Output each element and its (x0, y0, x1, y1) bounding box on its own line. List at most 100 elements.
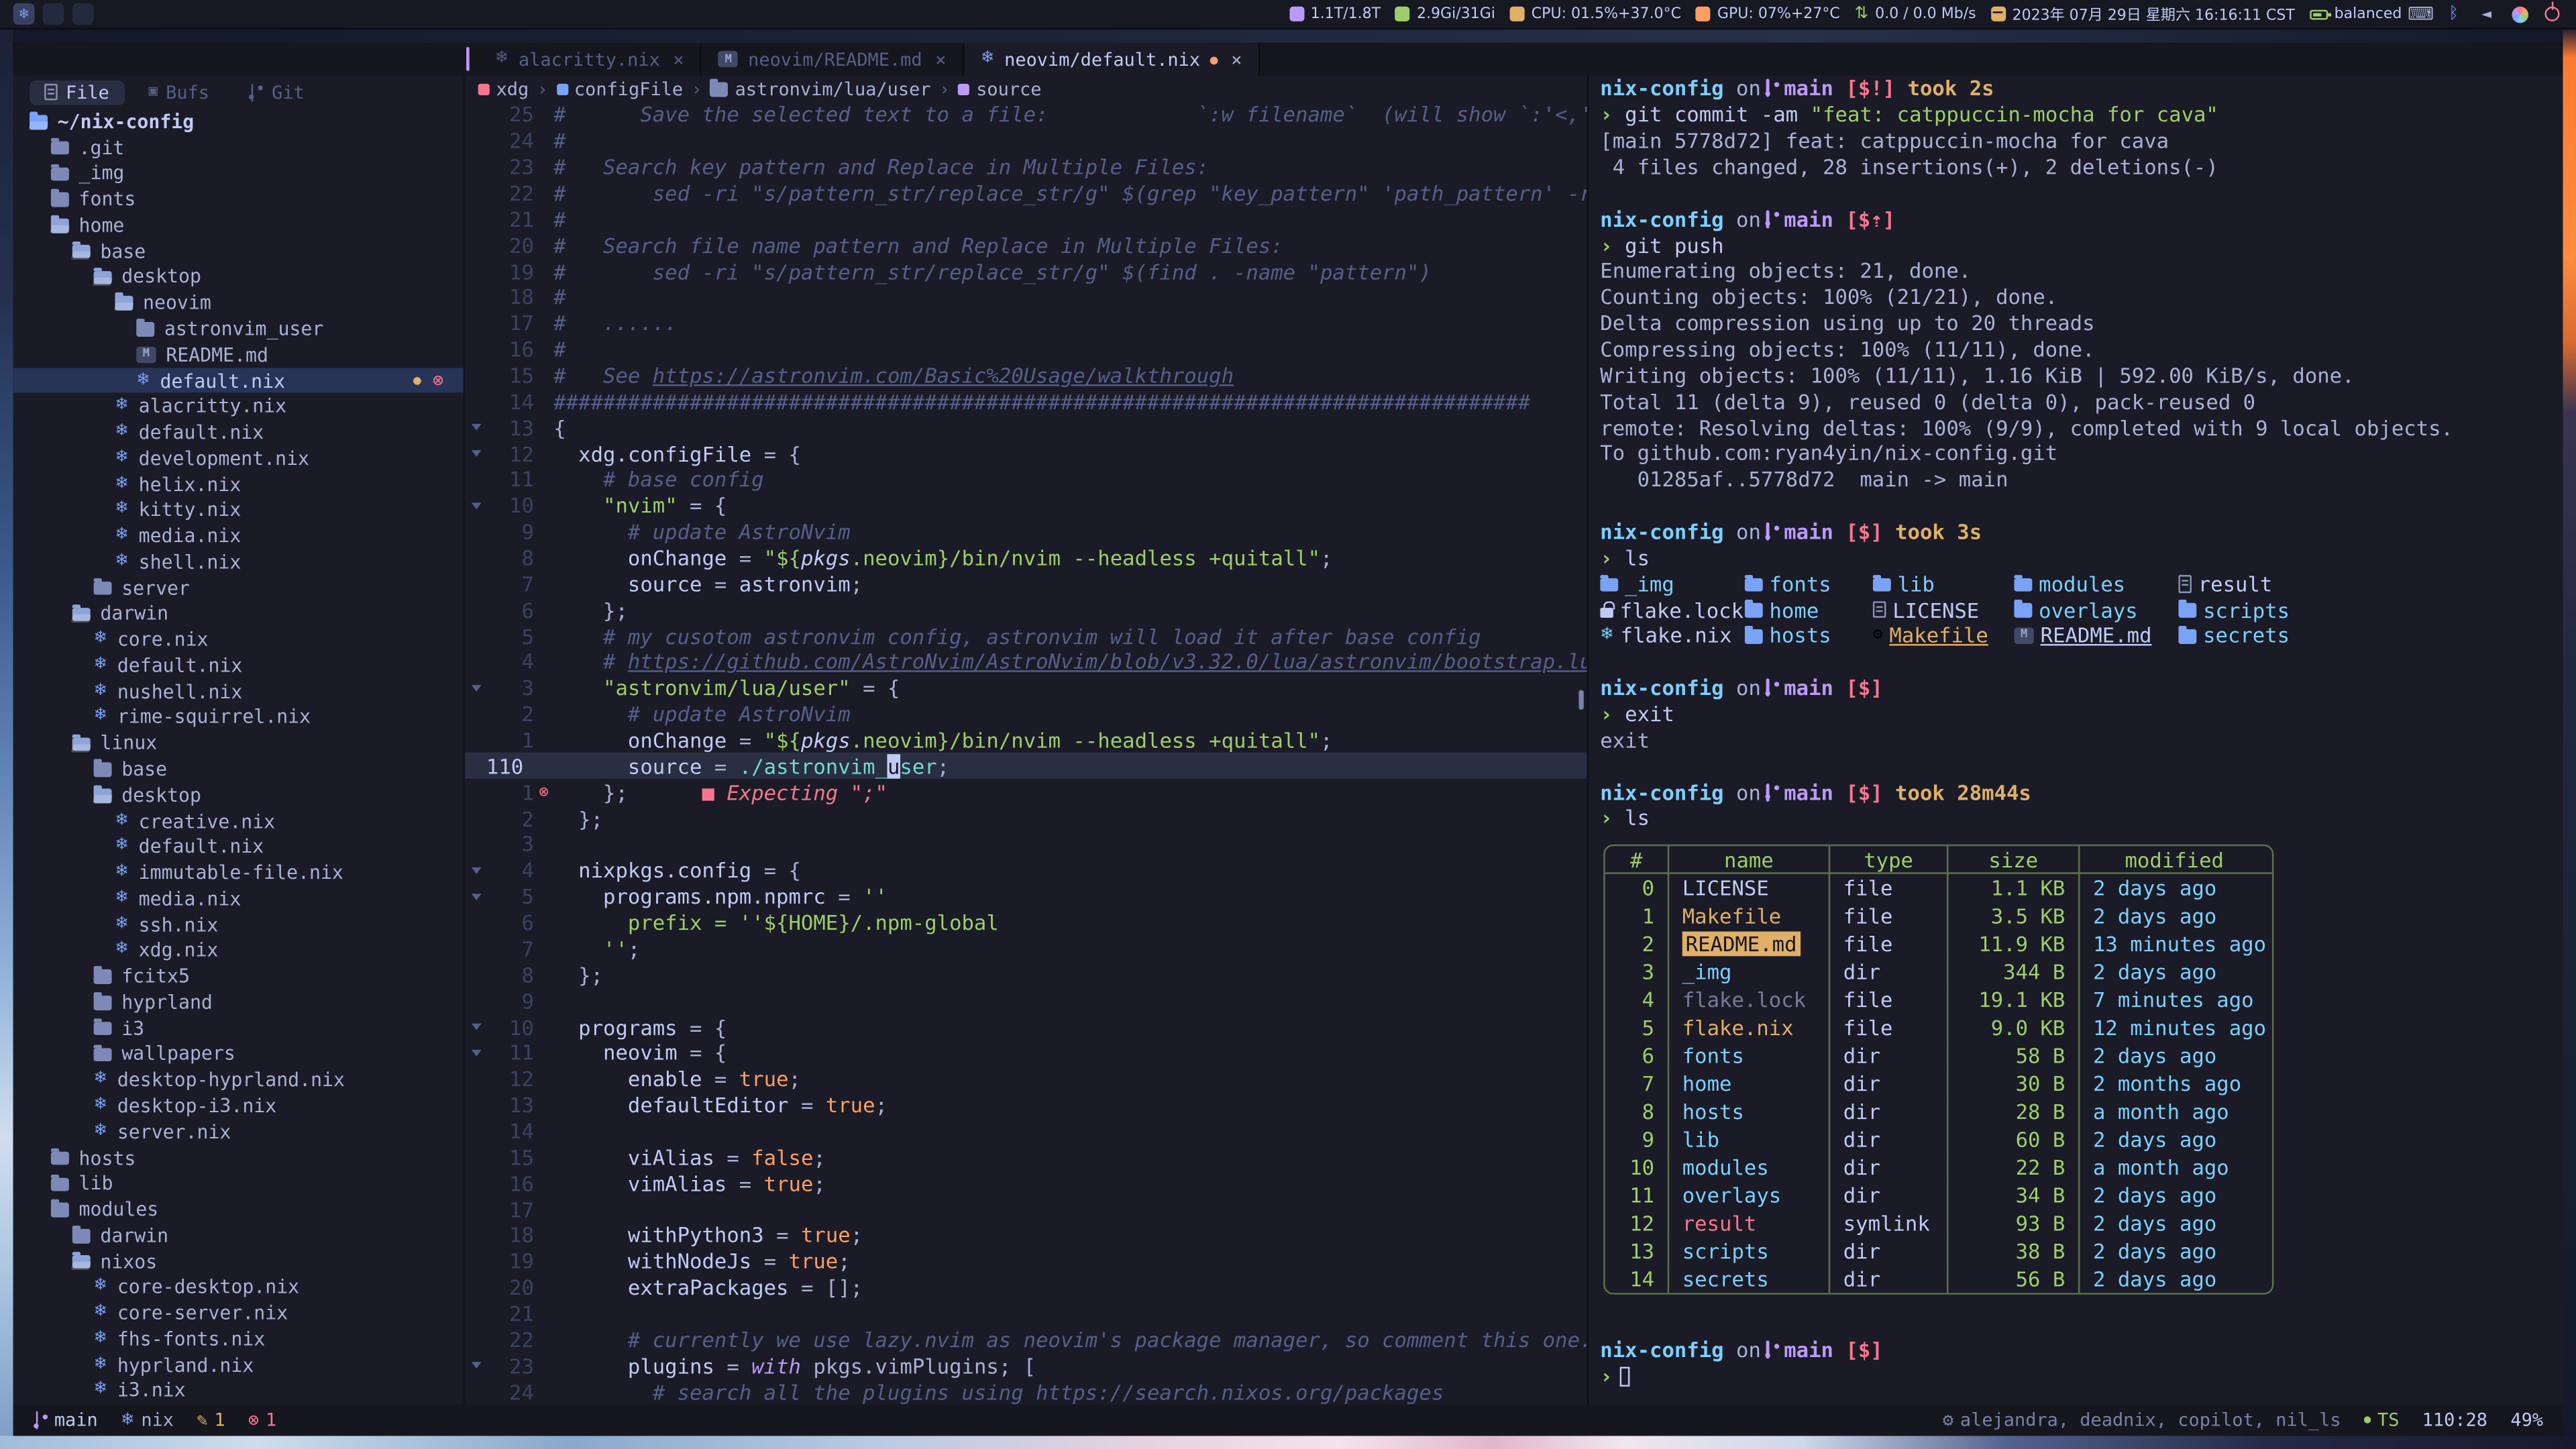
editor-line[interactable]: 23# Search key pattern and Replace in Mu… (465, 154, 1587, 180)
tree-item[interactable]: hyprland (13, 989, 464, 1015)
tree-item[interactable]: rime-squirrel.nix (13, 704, 464, 731)
editor-line[interactable]: 17# ...... (465, 311, 1587, 337)
editor-line[interactable]: 5 programs.npm.npmrc = '' (465, 883, 1587, 910)
editor-line[interactable]: 2 }; (465, 805, 1587, 831)
tree-item[interactable]: xdg.nix (13, 937, 464, 963)
workspace-3[interactable] (72, 3, 94, 25)
editor-line[interactable]: 12 xdg.configFile = { (465, 441, 1587, 467)
keyboard-button[interactable] (2410, 3, 2432, 25)
code-editor[interactable]: xdg › configFile › astronvim/lua/user › … (465, 76, 1587, 1405)
tree-item[interactable]: nixos (13, 1248, 464, 1274)
fold-column[interactable] (465, 424, 486, 431)
editor-line[interactable]: 18 withPython3 = true; (465, 1222, 1587, 1248)
scrollbar-thumb[interactable] (1578, 690, 1584, 710)
error-count[interactable]: ⊗ 1 (248, 1409, 276, 1431)
editor-line[interactable]: 3 (465, 831, 1587, 857)
workspace-2[interactable] (43, 3, 64, 25)
tree-item[interactable]: _img (13, 160, 464, 186)
close-icon[interactable]: × (673, 48, 684, 70)
editor-line[interactable]: 9 (465, 987, 1587, 1014)
tree-item[interactable]: modules (13, 1196, 464, 1222)
tree-item[interactable]: .git (13, 134, 464, 160)
editor-line[interactable]: 24# (465, 128, 1587, 154)
editor-line[interactable]: 16 vimAlias = true; (465, 1170, 1587, 1196)
fold-column[interactable] (465, 1362, 486, 1369)
editor-line[interactable]: 22# sed -ri "s/pattern_str/replace_str/g… (465, 180, 1587, 206)
editor-line[interactable]: 110 source = ./astronvim_user; (465, 753, 1587, 780)
editor-line[interactable]: 24 # search all the plugins using https:… (465, 1379, 1587, 1405)
editor-line[interactable]: 16# (465, 336, 1587, 362)
tree-item[interactable]: helix.nix (13, 471, 464, 497)
tree-item[interactable]: i3 (13, 1015, 464, 1041)
tab-neovim-default-nix[interactable]: neovim/default.nix ● × (964, 43, 1260, 76)
editor-line[interactable]: 25# Save the selected text to a file: `:… (465, 102, 1587, 128)
tree-item[interactable]: desktop-hyprland.nix (13, 1067, 464, 1093)
tree-item[interactable]: lib (13, 1171, 464, 1197)
tree-item[interactable]: darwin (13, 600, 464, 627)
editor-line[interactable]: 9 # update AstroNvim (465, 519, 1587, 545)
editor-line[interactable]: 4 nixpkgs.config = { (465, 857, 1587, 883)
close-icon[interactable]: × (935, 48, 946, 70)
editor-line[interactable]: 13 defaultEditor = true; (465, 1092, 1587, 1118)
editor-line[interactable]: 15# See https://astronvim.com/Basic%20Us… (465, 362, 1587, 388)
tree-item[interactable]: core-server.nix (13, 1300, 464, 1326)
tree-item[interactable]: ~/nix-config (13, 109, 464, 135)
breadcrumb-item[interactable]: configFile (556, 78, 683, 99)
fold-column[interactable] (465, 867, 486, 874)
editor-line[interactable]: 14######################################… (465, 388, 1587, 415)
tree-item[interactable]: core.nix (13, 627, 464, 653)
power-button[interactable] (2542, 3, 2563, 25)
tab-git[interactable]: Git (234, 80, 319, 105)
editor-line[interactable]: 21 (465, 1300, 1587, 1326)
tab-alacritty-nix[interactable]: alacritty.nix × (478, 43, 702, 76)
tree-item[interactable]: README.md (13, 341, 464, 368)
editor-line[interactable]: 22 # currently we use lazy.nvim as neovi… (465, 1326, 1587, 1352)
editor-line[interactable]: 6 prefix = ''${HOME}/.npm-global (465, 910, 1587, 936)
tree-item[interactable]: default.nix (13, 419, 464, 445)
editor-line[interactable]: 19# sed -ri "s/pattern_str/replace_str/g… (465, 258, 1587, 284)
git-branch-indicator[interactable]: main (33, 1409, 98, 1431)
tree-item[interactable]: default.nix●⊗ (13, 368, 464, 394)
tree-item[interactable]: desktop (13, 782, 464, 808)
editor-line[interactable]: 20# Search file name pattern and Replace… (465, 232, 1587, 258)
tab-neovim-readme-md[interactable]: neovim/README.md × (702, 43, 965, 76)
fold-column[interactable] (465, 685, 486, 692)
tree-item[interactable]: i3.nix (13, 1378, 464, 1404)
editor-line[interactable]: 8 onChange = "${pkgs.neovim}/bin/nvim --… (465, 545, 1587, 571)
breadcrumb-item[interactable]: xdg (478, 78, 529, 99)
tree-item[interactable]: immutable-file.nix (13, 859, 464, 885)
tree-item[interactable]: kitty.nix (13, 497, 464, 523)
editor-line[interactable]: 13{ (465, 415, 1587, 441)
modified-count[interactable]: ✎ 1 (197, 1409, 225, 1431)
editor-line[interactable]: 4 # https://github.com/AstroNvim/AstroNv… (465, 649, 1587, 675)
editor-line[interactable]: 5 # my cusotom astronvim config, astronv… (465, 623, 1587, 649)
tab-buffers[interactable]: Bufs (134, 80, 225, 105)
tree-item[interactable]: desktop-i3.nix (13, 1093, 464, 1119)
editor-line[interactable]: 23 plugins = with pkgs.vimPlugins; [ (465, 1352, 1587, 1379)
fold-column[interactable] (465, 502, 486, 509)
editor-line[interactable]: 11 # base config (465, 467, 1587, 493)
tree-item[interactable]: server (13, 575, 464, 601)
tree-item[interactable]: linux (13, 730, 464, 756)
editor-line[interactable]: 10 "nvim" = { (465, 492, 1587, 519)
tree-item[interactable]: wallpapers (13, 1041, 464, 1067)
tree-item[interactable]: fcitx5 (13, 963, 464, 989)
close-icon[interactable]: × (1231, 48, 1242, 70)
volume-button[interactable] (2476, 3, 2498, 25)
editor-line[interactable]: 15 viAlias = false; (465, 1144, 1587, 1170)
tree-item[interactable]: creative.nix (13, 808, 464, 834)
tree-item[interactable]: nushell.nix (13, 678, 464, 704)
editor-line[interactable]: 19 withNodeJs = true; (465, 1248, 1587, 1275)
tree-item[interactable]: media.nix (13, 885, 464, 912)
color-wheel-button[interactable] (2509, 3, 2530, 25)
bluetooth-button[interactable] (2443, 3, 2465, 25)
editor-line[interactable]: 21# (465, 206, 1587, 232)
tree-item[interactable]: shell.nix (13, 549, 464, 575)
editor-line[interactable]: 11 neovim = { (465, 1040, 1587, 1066)
tree-item[interactable]: default.nix (13, 652, 464, 678)
breadcrumb-item[interactable]: source (958, 78, 1041, 99)
workspace-1[interactable]: ❄ (13, 3, 35, 25)
tree-item[interactable]: fonts (13, 186, 464, 212)
editor-line[interactable]: 17 (465, 1196, 1587, 1222)
tree-item[interactable]: core-desktop.nix (13, 1274, 464, 1300)
